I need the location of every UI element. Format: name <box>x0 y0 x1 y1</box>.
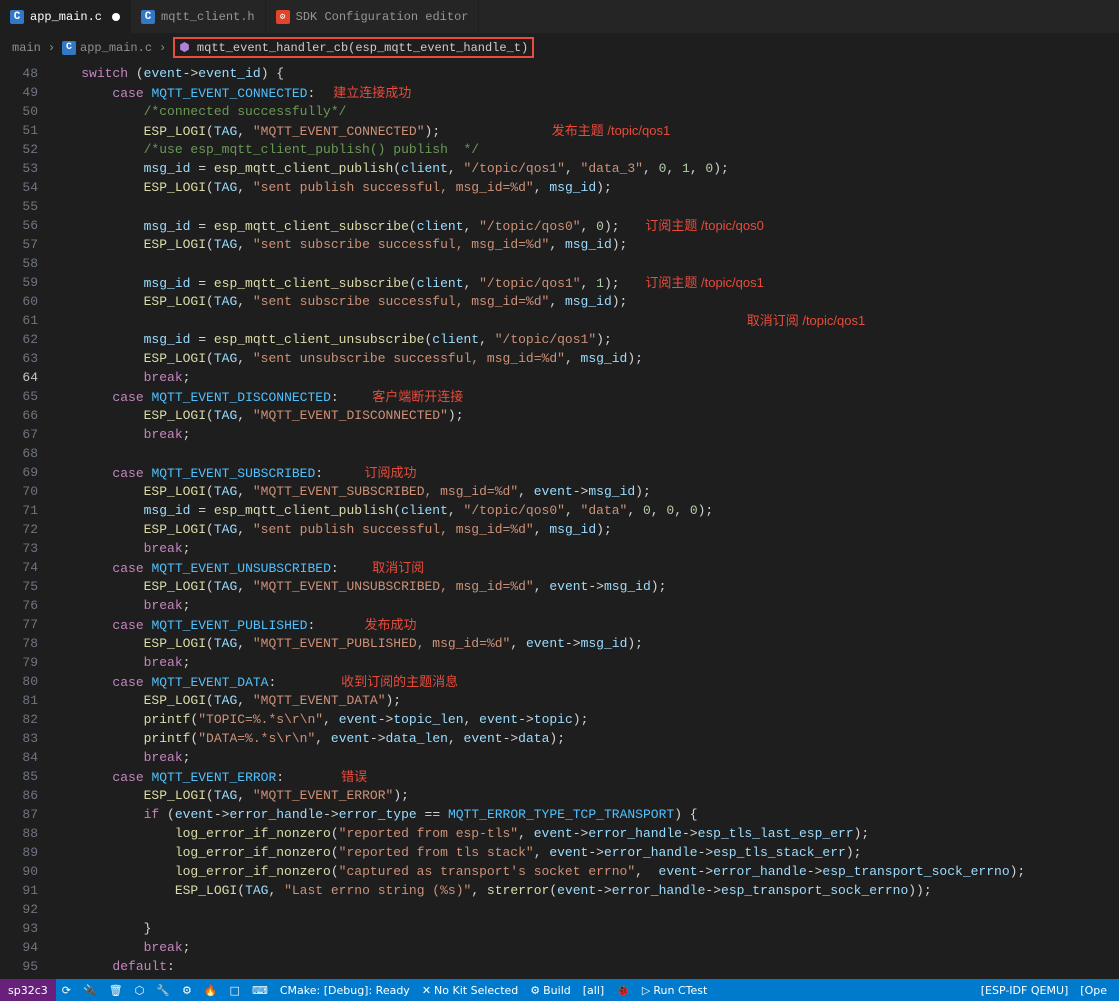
kit-status[interactable]: ✕ No Kit Selected <box>416 984 524 997</box>
tab-label: SDK Configuration editor <box>296 10 469 24</box>
c-file-icon: C <box>62 41 76 55</box>
tab-app-main[interactable]: C app_main.c <box>0 0 131 33</box>
build-button[interactable]: ⚙ Build <box>524 984 577 997</box>
tab-label: mqtt_client.h <box>161 10 255 24</box>
c-file-icon: C <box>10 10 24 24</box>
plug-icon[interactable]: 🔌 <box>77 984 103 997</box>
chevron-right-icon <box>156 41 169 55</box>
trash-icon[interactable]: 🗑 <box>103 984 129 997</box>
breadcrumb-folder[interactable]: main <box>12 41 41 55</box>
code-editor[interactable]: 4849505152535455565758596061626364656667… <box>0 62 1119 982</box>
wrench-icon[interactable]: 🔧 <box>150 984 176 997</box>
tab-sdk-config[interactable]: ⚙ SDK Configuration editor <box>266 0 480 33</box>
debug-icon[interactable]: 🐞 <box>610 984 636 997</box>
chevron-right-icon <box>45 41 58 55</box>
box-icon[interactable]: □ <box>224 984 246 997</box>
line-gutter: 4849505152535455565758596061626364656667… <box>0 62 50 982</box>
editor-tabs: C app_main.c C mqtt_client.h ⚙ SDK Confi… <box>0 0 1119 33</box>
gear-icon: ⚙ <box>276 10 290 24</box>
run-ctest-button[interactable]: ▷ Run CTest <box>636 984 713 997</box>
breadcrumb-symbol-highlighted[interactable]: ⬢ mqtt_event_handler_cb(esp_mqtt_event_h… <box>173 37 534 58</box>
c-file-icon: C <box>141 10 155 24</box>
breadcrumb-file[interactable]: app_main.c <box>80 41 152 55</box>
terminal-icon[interactable]: ⌨ <box>246 984 274 997</box>
tab-mqtt-client[interactable]: C mqtt_client.h <box>131 0 266 33</box>
open-indicator[interactable]: [Ope <box>1074 984 1113 997</box>
gear-icon[interactable]: ⚙ <box>176 984 198 997</box>
breadcrumb[interactable]: main C app_main.c ⬢ mqtt_event_handler_c… <box>0 33 1119 62</box>
fire-icon[interactable]: 🔥 <box>198 984 224 997</box>
chip-icon[interactable]: ⬡ <box>129 984 151 997</box>
cmake-status[interactable]: CMake: [Debug]: Ready <box>274 984 416 997</box>
dirty-indicator-icon <box>112 13 120 21</box>
sync-icon[interactable]: ⟳ <box>56 984 77 997</box>
debug-target[interactable]: [all] <box>577 984 610 997</box>
cube-icon: ⬢ <box>179 41 189 55</box>
esp-idf-status[interactable]: [ESP-IDF QEMU] <box>975 984 1075 997</box>
remote-indicator[interactable]: sp32c3 <box>0 979 56 1001</box>
status-bar: sp32c3 ⟳ 🔌 🗑 ⬡ 🔧 ⚙ 🔥 □ ⌨ CMake: [Debug]:… <box>0 979 1119 1001</box>
tab-label: app_main.c <box>30 10 102 24</box>
code-content[interactable]: switch (event->event_id) { case MQTT_EVE… <box>50 62 1119 982</box>
